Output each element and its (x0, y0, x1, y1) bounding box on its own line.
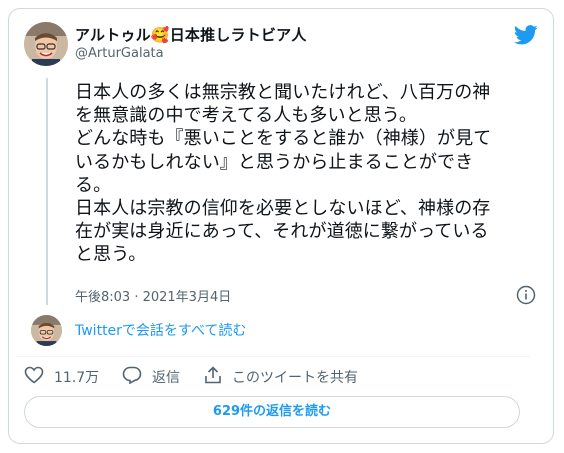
reply-action[interactable]: 返信 (122, 366, 180, 388)
info-icon[interactable] (516, 285, 536, 309)
share-action[interactable]: このツイートを共有 (204, 366, 358, 388)
read-conversation-link[interactable]: Twitterで会話をすべて読む (75, 320, 246, 340)
author-display-name[interactable]: アルトゥル🥰日本推しラトビア人 (75, 24, 307, 45)
author-avatar[interactable] (24, 22, 68, 66)
heart-icon (24, 366, 54, 388)
twitter-bird-icon[interactable] (513, 25, 538, 49)
tweet-text: 日本人の多くは無宗教と聞いたけれど、八百万の神 を無意識の中で考えてる人も多いと… (75, 82, 492, 266)
share-icon (204, 366, 232, 388)
tweet-timestamp[interactable]: 午後8:03 · 2021年3月4日 (75, 286, 231, 305)
thread-avatar[interactable] (31, 315, 62, 346)
reply-label: 返信 (152, 370, 180, 386)
read-replies-button[interactable]: 629件の返信を読む (24, 396, 520, 428)
like-count: 11.7万 (54, 370, 100, 386)
like-action[interactable]: 11.7万 (24, 366, 99, 388)
author-handle[interactable]: @ArturGalata (75, 46, 164, 61)
divider (16, 356, 530, 357)
thread-line (46, 78, 48, 305)
reply-icon (122, 366, 152, 388)
share-label: このツイートを共有 (232, 370, 358, 386)
